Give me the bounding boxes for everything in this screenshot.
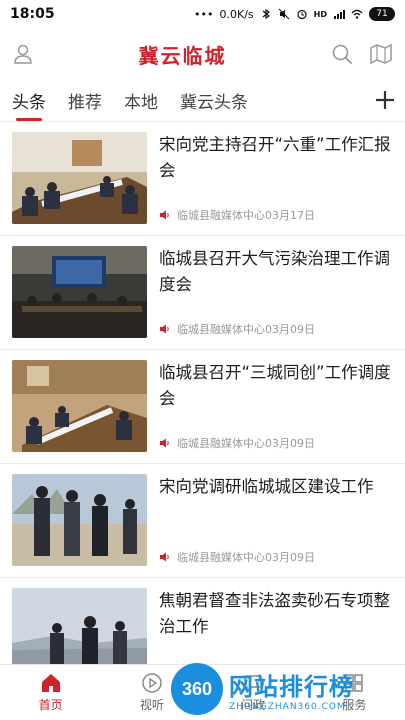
status-bar: 18:05 ••• 0.0K/s HD 71: [0, 0, 405, 28]
news-title: 临城县召开大气污染治理工作调度会: [159, 249, 390, 294]
speaker-icon[interactable]: [159, 209, 171, 221]
bluetooth-icon: [262, 8, 270, 20]
news-thumbnail: [12, 132, 147, 224]
news-date: 03月09日: [265, 437, 315, 450]
status-dots: •••: [194, 7, 214, 21]
news-item[interactable]: 临城县召开大气污染治理工作调度会 临城县融媒体中心 03月09日: [0, 236, 405, 350]
news-title: 宋向党主持召开“六重”工作汇报会: [159, 135, 391, 180]
add-channel-icon[interactable]: [373, 88, 397, 112]
news-title: 焦朝君督查非法盗卖砂石专项整治工作: [159, 591, 390, 636]
app-header: 冀云临城: [0, 28, 405, 80]
network-speed: 0.0K/s: [219, 7, 254, 21]
news-meta: 临城县融媒体中心 03月17日: [159, 207, 393, 225]
news-title: 宋向党调研临城城区建设工作: [159, 477, 374, 496]
wifi-icon: [351, 9, 363, 19]
news-date: 03月09日: [265, 323, 315, 336]
site-watermark: 360 网站排行榜 ZHONGZHAN360.COM: [171, 660, 401, 718]
tab-local[interactable]: 本地: [124, 82, 158, 119]
news-item[interactable]: 宋向党主持召开“六重”工作汇报会 临城县融媒体中心 03月17日: [0, 122, 405, 236]
news-source: 临城县融媒体中心: [177, 323, 265, 336]
news-meta: 临城县融媒体中心 03月09日: [159, 321, 393, 339]
news-date: 03月17日: [265, 209, 315, 222]
news-source: 临城县融媒体中心: [177, 437, 265, 450]
watermark-badge: 360: [171, 663, 223, 715]
search-icon[interactable]: [331, 43, 353, 65]
news-thumbnail: [12, 246, 147, 338]
status-icons: ••• 0.0K/s HD 71: [194, 7, 395, 21]
speaker-icon[interactable]: [159, 551, 171, 563]
tab-jiyun-toutiao[interactable]: 冀云头条: [180, 82, 248, 119]
news-thumbnail: [12, 360, 147, 452]
home-icon: [41, 674, 60, 692]
speaker-icon[interactable]: [159, 323, 171, 335]
map-icon[interactable]: [369, 43, 393, 65]
watermark-sub-text: ZHONGZHAN360.COM: [229, 701, 346, 712]
news-source: 临城县融媒体中心: [177, 551, 265, 564]
news-item[interactable]: 临城县召开“三城同创”工作调度会 临城县融媒体中心 03月09日: [0, 350, 405, 464]
news-source: 临城县融媒体中心: [177, 209, 265, 222]
news-thumbnail: [12, 474, 147, 566]
channel-tabs: 头条 推荐 本地 冀云头条: [0, 80, 405, 122]
news-date: 03月09日: [265, 551, 315, 564]
news-list: 宋向党主持召开“六重”工作汇报会 临城县融媒体中心 03月17日 临城县召开大气污…: [0, 122, 405, 664]
news-thumbnail: [12, 588, 147, 664]
watermark-main-text: 网站排行榜: [229, 672, 354, 701]
nav-video-label: 视听: [139, 698, 164, 712]
news-title: 临城县召开“三城同创”工作调度会: [159, 363, 391, 408]
news-item[interactable]: 焦朝君督查非法盗卖砂石专项整治工作: [0, 578, 405, 664]
news-item[interactable]: 宋向党调研临城城区建设工作 临城县融媒体中心 03月09日: [0, 464, 405, 578]
news-meta: 临城县融媒体中心 03月09日: [159, 435, 393, 453]
user-icon[interactable]: [12, 43, 34, 65]
alarm-icon: [297, 9, 307, 20]
tab-recommend[interactable]: 推荐: [68, 82, 102, 119]
signal-icon: [334, 10, 345, 19]
hd-label: HD: [313, 9, 327, 19]
play-icon: [142, 673, 162, 693]
nav-home-label: 首页: [38, 698, 63, 712]
app-logo: 冀云临城: [138, 43, 227, 68]
speaker-icon[interactable]: [159, 437, 171, 449]
status-time: 18:05: [10, 6, 55, 22]
mute-icon: [278, 8, 290, 20]
battery-indicator: 71: [369, 7, 395, 21]
news-meta: 临城县融媒体中心 03月09日: [159, 549, 393, 567]
nav-home[interactable]: 首页: [0, 665, 101, 720]
tab-toutiao[interactable]: 头条: [12, 82, 46, 121]
